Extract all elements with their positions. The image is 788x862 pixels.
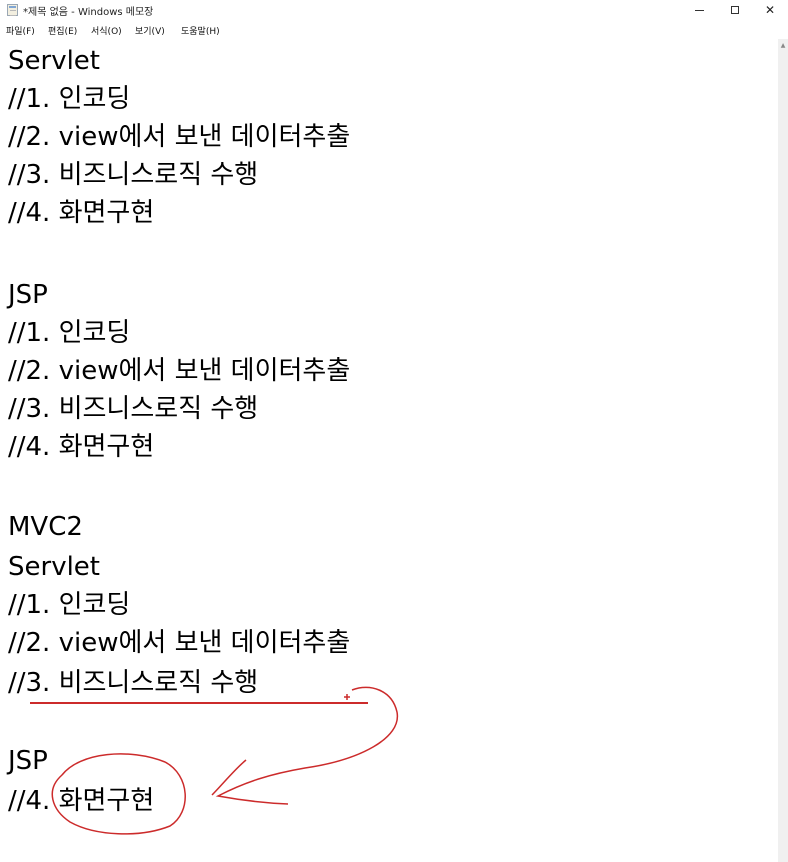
text-line: //2. view에서 보낸 데이터추출	[8, 122, 351, 152]
text-editor[interactable]: Servlet //1. 인코딩 //2. view에서 보낸 데이터추출 //…	[0, 39, 778, 862]
title-bar: *제목 없음 - Windows 메모장 ✕	[0, 0, 788, 20]
close-button[interactable]: ✕	[752, 0, 788, 20]
text-line: Servlet	[8, 46, 100, 76]
text-line: JSP	[8, 746, 48, 776]
text-line: JSP	[8, 280, 48, 310]
menu-edit[interactable]: 편집(E)	[48, 24, 77, 37]
menu-file[interactable]: 파일(F)	[6, 24, 35, 37]
text-line: //4. 화면구현	[8, 786, 155, 816]
text-line: //3. 비즈니스로직 수행	[8, 160, 259, 190]
text-line: //1. 인코딩	[8, 590, 131, 620]
close-icon: ✕	[764, 3, 776, 17]
text-line: //1. 인코딩	[8, 84, 131, 114]
text-line: //2. view에서 보낸 데이터추출	[8, 356, 351, 386]
text-line: //1. 인코딩	[8, 318, 131, 348]
vertical-scrollbar[interactable]: ▲	[778, 39, 788, 862]
text-line: MVC2	[8, 512, 83, 542]
minimize-icon	[694, 9, 704, 11]
menu-view[interactable]: 보기(V)	[135, 24, 165, 37]
text-line: //3. 비즈니스로직 수행	[8, 394, 259, 424]
text-line: //4. 화면구현	[8, 198, 155, 228]
text-line: Servlet	[8, 552, 100, 582]
minimize-button[interactable]	[681, 0, 717, 20]
menu-format[interactable]: 서식(O)	[91, 24, 122, 37]
menu-bar: 파일(F) 편집(E) 서식(O) 보기(V) 도움말(H)	[0, 21, 788, 39]
menu-help[interactable]: 도움말(H)	[181, 24, 220, 37]
text-line: //4. 화면구현	[8, 432, 155, 462]
maximize-icon	[731, 6, 739, 14]
text-line: //2. view에서 보낸 데이터추출	[8, 628, 351, 658]
text-line: //3. 비즈니스로직 수행	[8, 668, 259, 698]
notepad-icon[interactable]	[7, 4, 18, 16]
maximize-button[interactable]	[717, 0, 753, 20]
scroll-up-icon[interactable]: ▲	[778, 39, 788, 51]
window-title: *제목 없음 - Windows 메모장	[23, 7, 154, 18]
